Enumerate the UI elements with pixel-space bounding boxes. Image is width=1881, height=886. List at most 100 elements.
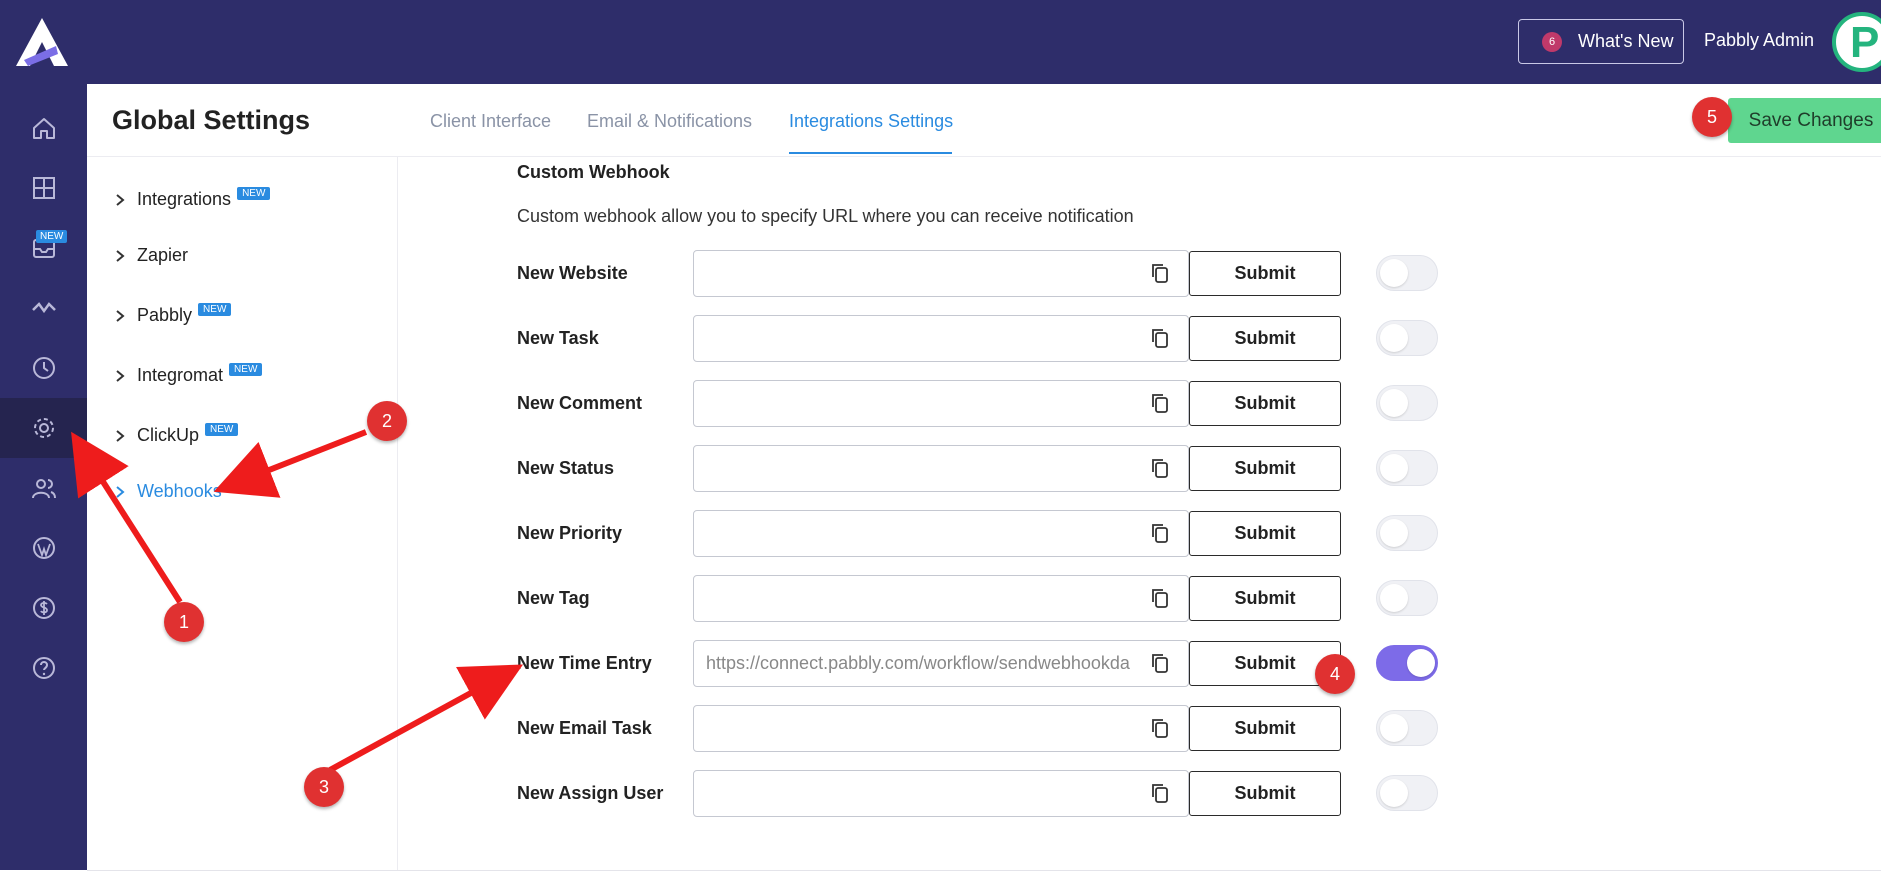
webhook-enabled-toggle[interactable]	[1376, 775, 1438, 811]
nav-wordpress[interactable]	[0, 518, 87, 578]
whats-new-button[interactable]: 6 What's New	[1518, 19, 1684, 64]
section-title: Custom Webhook	[517, 162, 670, 182]
chevron-right-icon	[116, 249, 125, 262]
page-title: Global Settings	[112, 105, 311, 135]
menu-item-label: Zapier	[137, 245, 189, 265]
submit-button[interactable]: Submit	[1189, 576, 1341, 621]
tab-email-notifications[interactable]: Email & Notifications	[587, 111, 752, 132]
webhook-enabled-toggle[interactable]	[1376, 255, 1438, 291]
webhook-enabled-toggle[interactable]	[1376, 385, 1438, 421]
arrow-1	[71, 431, 183, 604]
copy-icon[interactable]	[1150, 717, 1170, 739]
copy-icon[interactable]	[1150, 587, 1170, 609]
webhook-row-label: New Email Task	[517, 718, 652, 738]
copy-icon[interactable]	[1150, 457, 1170, 479]
arrow-3	[328, 664, 524, 773]
menu-item-pabbly[interactable]: Pabbly NEW	[113, 303, 232, 326]
menu-item-integromat[interactable]: Integromat NEW	[113, 363, 263, 386]
submit-button[interactable]: Submit	[1189, 771, 1341, 816]
admin-name[interactable]: Pabbly Admin	[1704, 30, 1814, 51]
copy-icon[interactable]	[1150, 782, 1170, 804]
webhook-url-input[interactable]	[693, 315, 1189, 362]
nav-home[interactable]	[0, 98, 87, 158]
webhook-enabled-toggle[interactable]	[1376, 515, 1438, 551]
menu-item-webhooks[interactable]: Webhooks	[113, 481, 222, 502]
new-badge: NEW	[198, 303, 232, 316]
webhook-url-input[interactable]	[693, 640, 1189, 687]
webhook-url-input[interactable]	[693, 770, 1189, 817]
menu-item-zapier[interactable]: Zapier	[113, 245, 188, 266]
copy-icon[interactable]	[1150, 262, 1170, 284]
menu-divider	[397, 157, 398, 870]
help-icon	[32, 657, 55, 679]
nav-dollar[interactable]	[0, 578, 87, 638]
chevron-right-icon	[116, 369, 125, 382]
webhook-enabled-toggle[interactable]	[1376, 450, 1438, 486]
submit-button[interactable]: Submit	[1189, 381, 1341, 426]
copy-icon[interactable]	[1150, 652, 1170, 674]
webhook-url-input[interactable]	[693, 445, 1189, 492]
toggle-knob	[1380, 519, 1408, 547]
chevron-right-icon	[116, 309, 125, 322]
tab-client-interface[interactable]: Client Interface	[430, 111, 551, 132]
webhook-enabled-toggle[interactable]	[1376, 580, 1438, 616]
save-changes-button[interactable]: Save Changes	[1728, 98, 1881, 143]
webhook-url-input[interactable]	[693, 380, 1189, 427]
avatar[interactable]: P	[1832, 12, 1881, 72]
avatar-letter: P	[1850, 18, 1880, 67]
webhook-enabled-toggle[interactable]	[1376, 710, 1438, 746]
webhook-url-input[interactable]	[693, 250, 1189, 297]
new-badge: NEW	[229, 363, 263, 376]
submit-button[interactable]: Submit	[1189, 316, 1341, 361]
annotation-marker-2: 2	[367, 401, 407, 441]
whats-new-count-badge: 6	[1542, 31, 1562, 52]
nav-activity[interactable]	[0, 278, 87, 338]
nav-gear[interactable]	[0, 398, 87, 458]
copy-icon[interactable]	[1150, 522, 1170, 544]
top-bar: 6 What's New Pabbly Admin P	[0, 0, 1881, 84]
webhook-row-label: New Assign User	[517, 783, 664, 803]
webhook-row-label: New Comment	[517, 393, 643, 413]
webhook-row-label: New Website	[517, 263, 628, 283]
activity-icon	[31, 302, 56, 314]
webhook-url-input[interactable]	[693, 510, 1189, 557]
dollar-icon	[32, 597, 55, 619]
app-logo-icon[interactable]	[14, 16, 70, 68]
copy-icon[interactable]	[1150, 392, 1170, 414]
tab-integrations-settings[interactable]: Integrations Settings	[789, 111, 953, 132]
submit-button[interactable]: Submit	[1189, 511, 1341, 556]
dashboard-grid-icon	[32, 177, 55, 199]
toggle-knob	[1380, 714, 1408, 742]
submit-button[interactable]: Submit	[1189, 706, 1341, 751]
webhook-enabled-toggle[interactable]	[1376, 320, 1438, 356]
side-nav: NEW	[0, 84, 87, 870]
menu-item-label: Integromat	[137, 365, 224, 385]
nav-inbox[interactable]	[0, 218, 87, 278]
menu-item-integrations[interactable]: Integrations NEW	[113, 187, 271, 210]
copy-icon[interactable]	[1150, 327, 1170, 349]
webhook-url-input[interactable]	[693, 705, 1189, 752]
annotation-marker-1: 1	[164, 602, 204, 642]
nav-help[interactable]	[0, 638, 87, 698]
webhook-url-input[interactable]	[693, 575, 1189, 622]
wordpress-icon	[32, 537, 55, 559]
nav-dashboard-grid[interactable]	[0, 158, 87, 218]
toggle-knob	[1407, 649, 1435, 677]
webhook-row-label: New Status	[517, 458, 615, 478]
toggle-knob	[1380, 584, 1408, 612]
toggle-knob	[1380, 259, 1408, 287]
annotation-marker-4: 4	[1315, 654, 1355, 694]
toggle-knob	[1380, 779, 1408, 807]
nav-users[interactable]	[0, 458, 87, 518]
webhook-row-label: New Tag	[517, 588, 590, 608]
menu-item-label: Pabbly	[137, 305, 193, 325]
submit-button[interactable]: Submit	[1189, 251, 1341, 296]
whats-new-label: What's New	[1578, 31, 1674, 51]
webhook-enabled-toggle[interactable]	[1376, 645, 1438, 681]
nav-clock[interactable]	[0, 338, 87, 398]
active-tab-indicator	[789, 152, 952, 154]
submit-button[interactable]: Submit	[1189, 446, 1341, 491]
webhook-row-label: New Time Entry	[517, 653, 652, 673]
menu-item-clickup[interactable]: ClickUp NEW	[113, 423, 239, 446]
annotation-marker-5: 5	[1692, 97, 1732, 137]
